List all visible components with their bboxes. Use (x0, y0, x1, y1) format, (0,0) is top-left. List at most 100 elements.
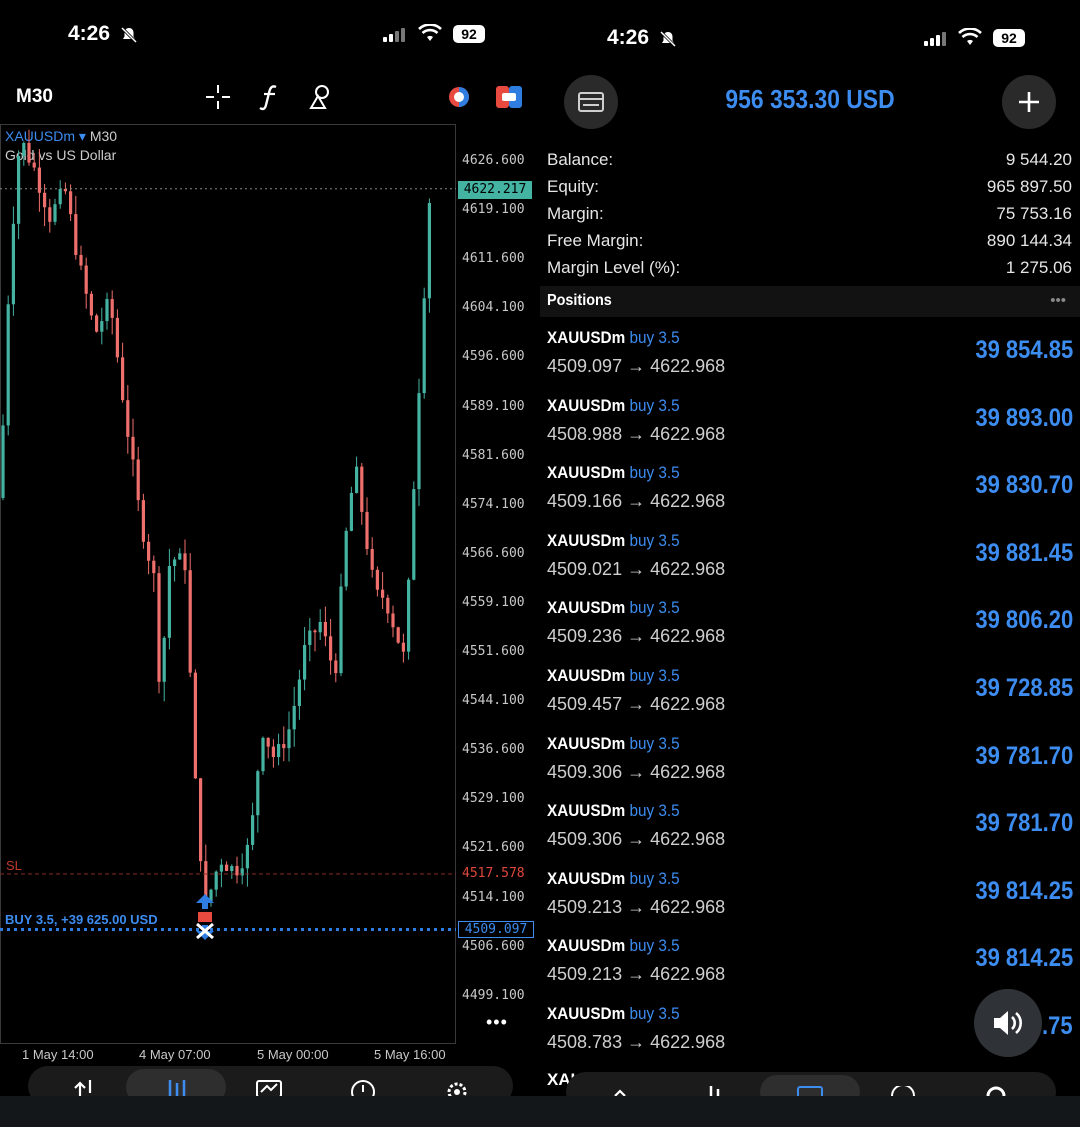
position-prices: 4509.213 → 4622.968 (547, 896, 726, 917)
position-profit: 39 814.25 (975, 876, 1073, 905)
position-side: buy 3.5 (629, 463, 680, 483)
position-side: buy 3.5 (629, 801, 680, 821)
position-row[interactable]: XAUUSDm buy 3.5 4509.213 → 4622.968 39 814… (547, 863, 1073, 931)
time-tick: 5 May 00:00 (257, 1047, 329, 1062)
position-row[interactable]: XAUUSDm buy 3.5 4509.306 → 4622.968 39 781… (547, 795, 1073, 863)
candle-body (329, 636, 333, 661)
position-row[interactable]: XAUUSDm buy 3.5 4509.306 → 4622.968 39 781… (547, 728, 1073, 796)
candle-body (27, 142, 31, 163)
timeframe-label[interactable]: M30 (16, 86, 53, 108)
objects-shapes-icon[interactable] (308, 84, 334, 110)
quotes-icon[interactable] (612, 1086, 638, 1096)
position-row[interactable]: XAUUSDm buy 3.5 4509.236 → 4622.968 39 806… (547, 592, 1073, 660)
chart-more-icon[interactable]: ••• (486, 1012, 508, 1033)
price-tick: 4551.600 (462, 644, 525, 659)
position-row[interactable]: XAUUSDm buy 3.5 4509.457 → 4622.968 39 728… (547, 660, 1073, 728)
candle-body (344, 530, 348, 587)
candle-body (292, 705, 296, 730)
candle-body (48, 207, 52, 222)
candle-body (391, 613, 395, 628)
crosshair-icon[interactable] (205, 84, 231, 110)
chart-tab-icon[interactable] (705, 1086, 729, 1096)
price-tick: 4521.600 (462, 840, 525, 856)
trade-line-label[interactable]: BUY 3.5, +39 625.00 USD (5, 912, 158, 927)
position-row[interactable]: XAUUSDm buy 3.5 4509.213 → 4622.968 39 814… (547, 930, 1073, 998)
position-side: buy 3.5 (629, 733, 680, 753)
candle-body (152, 560, 156, 574)
candle-body (313, 630, 317, 633)
free-margin-row: Free Margin: 890 144.34 (547, 231, 1072, 251)
candle-body (167, 565, 171, 638)
position-side: buy 3.5 (629, 1004, 680, 1023)
one-click-trading-icon[interactable] (496, 86, 522, 108)
candle-body (79, 254, 83, 266)
position-side: buy 3.5 (629, 328, 680, 347)
candle-body (131, 436, 135, 460)
candle-body (147, 541, 151, 561)
candlestick-series (0, 129, 456, 932)
candle-body (22, 142, 26, 156)
candle-body (183, 553, 187, 571)
trade-tab-icon[interactable] (256, 1080, 282, 1096)
position-symbol: XAUUSDm buy 3.5 (547, 666, 680, 685)
settings-gear-icon[interactable] (444, 1080, 470, 1096)
sl-label: SL (6, 858, 22, 873)
time-tick: 1 May 14:00 (22, 1047, 94, 1062)
equity-value: 965 897.50 (986, 177, 1072, 196)
positions-menu-icon[interactable]: ••• (1050, 292, 1066, 309)
quotes-icon[interactable] (72, 1080, 98, 1096)
candle-body (110, 299, 114, 318)
candle-body (365, 511, 369, 550)
position-profit: 39 781.70 (975, 809, 1073, 838)
position-side: buy 3.5 (629, 936, 680, 956)
wallet-button[interactable] (564, 75, 618, 129)
candle-body (63, 188, 67, 192)
wifi-icon (958, 28, 982, 45)
candle-body (396, 627, 400, 643)
candle-body (422, 298, 426, 394)
status-time: 4:26 (607, 26, 650, 49)
speaker-icon (994, 1011, 1022, 1035)
trade-tab-icon[interactable] (797, 1086, 823, 1096)
position-row[interactable]: XAUUSDm buy 3.5 4509.097 → 4622.968 39 854… (547, 322, 1073, 390)
position-prices: 4509.306 → 4622.968 (547, 829, 726, 850)
wallet-card-icon (578, 92, 604, 112)
candle-body (11, 223, 15, 305)
candle-body (188, 570, 192, 673)
position-symbol: XAUUSDm buy 3.5 (547, 801, 680, 821)
candle-body (17, 155, 21, 224)
candle-body (193, 672, 197, 779)
trade-signal-icon[interactable] (446, 85, 472, 109)
history-tab-icon[interactable] (890, 1086, 916, 1096)
history-tab-icon[interactable] (350, 1080, 376, 1096)
candle-body (89, 293, 93, 316)
position-symbol: XAUUSDm buy 3.5 (547, 598, 680, 618)
candle-body (318, 621, 322, 633)
balance-value: 9 544.20 (1005, 150, 1072, 169)
candle-body (381, 589, 385, 598)
position-row[interactable]: XAUUSDm buy 3.5 4509.166 → 4622.968 39 830… (547, 457, 1073, 525)
candle-body (199, 778, 203, 862)
trade-drag-handle-icon[interactable] (193, 892, 217, 942)
price-tick: 4559.100 (462, 594, 525, 610)
position-row[interactable]: XAUUSDm buy 3.5 4508.988 → 4622.968 39 893… (547, 390, 1073, 458)
position-row[interactable]: XAUUSDm buy 3.5 4509.021 → 4622.968 39 881… (547, 525, 1073, 593)
candle-body (323, 621, 327, 637)
indicator-function-icon[interactable] (258, 83, 282, 111)
battery-indicator: 92 (993, 29, 1025, 47)
add-order-button[interactable] (1002, 75, 1056, 129)
position-symbol: XAUUSDm buy 3.5 (547, 328, 680, 347)
candle-body (266, 737, 270, 747)
candle-body (225, 864, 229, 872)
position-profit: 39 830.70 (975, 471, 1073, 500)
sound-button[interactable] (974, 989, 1042, 1057)
position-profit: 39 854.85 (975, 336, 1073, 364)
chart-tab-icon[interactable] (164, 1080, 188, 1096)
settings-gear-icon[interactable] (983, 1086, 1009, 1096)
balance-label: Balance: (547, 150, 614, 169)
candle-body (53, 204, 57, 222)
candle-body (287, 729, 291, 749)
price-tick: 4499.100 (462, 987, 525, 1003)
margin-level-value: 1 275.06 (1005, 258, 1072, 277)
bell-muted-icon (659, 30, 677, 48)
